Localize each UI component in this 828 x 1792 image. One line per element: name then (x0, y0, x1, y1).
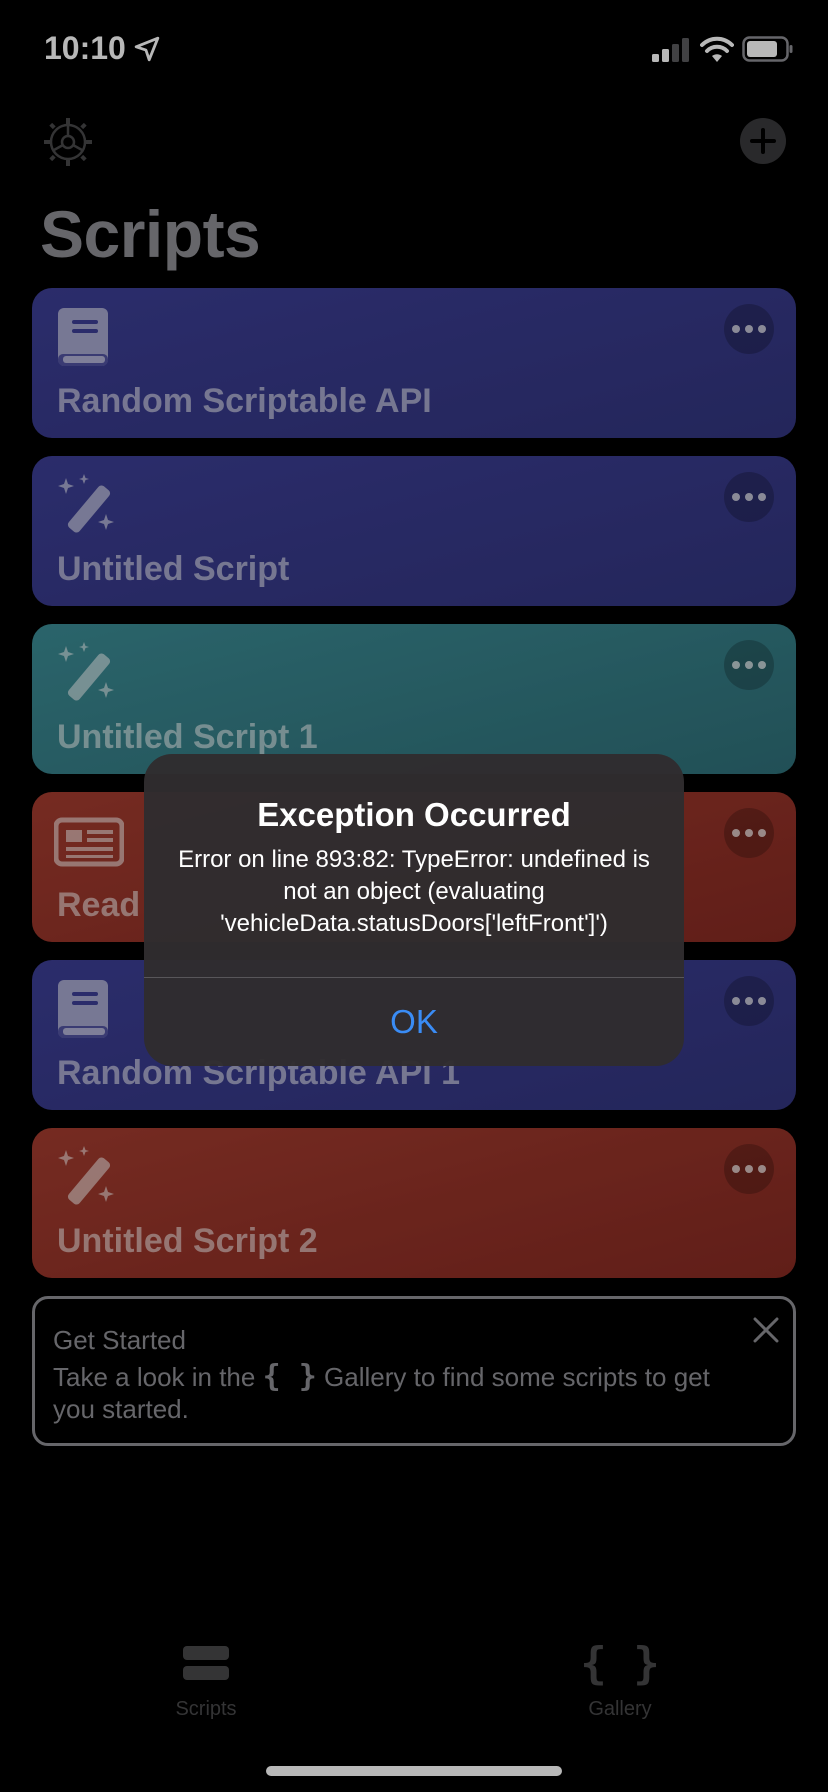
alert-message: Error on line 893:82: TypeError: undefin… (178, 846, 650, 937)
alert-ok-button[interactable]: OK (144, 978, 684, 1066)
alert-title: Exception Occurred (257, 796, 571, 833)
exception-alert: Exception Occurred Error on line 893:82:… (144, 754, 684, 1066)
